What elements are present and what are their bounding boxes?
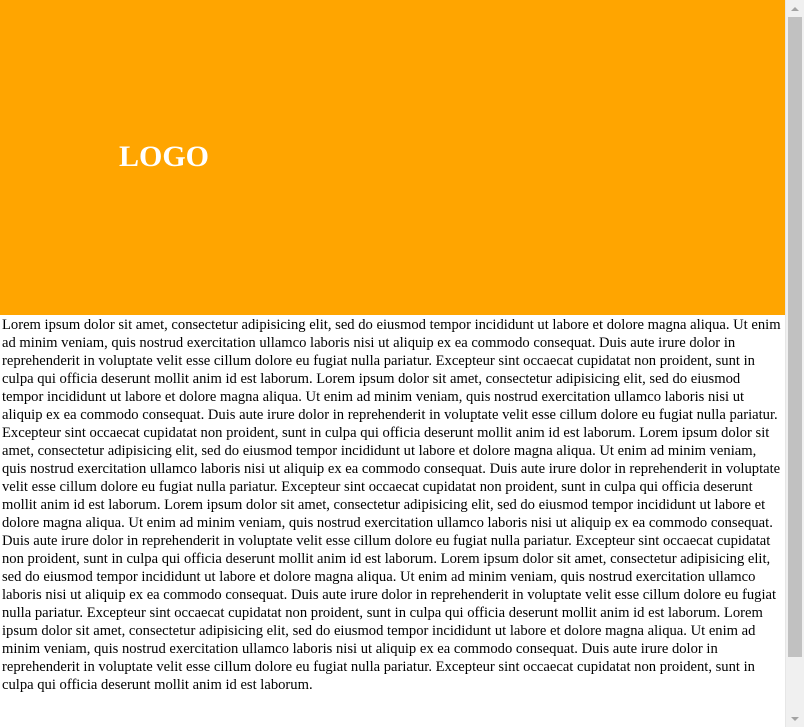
scroll-thumb[interactable] bbox=[788, 17, 802, 657]
page: LOGO Lorem ipsum dolor sit amet, consect… bbox=[0, 0, 785, 727]
browser-viewport: LOGO Lorem ipsum dolor sit amet, consect… bbox=[0, 0, 804, 727]
scroll-up-button[interactable] bbox=[786, 0, 804, 17]
vertical-scrollbar[interactable] bbox=[785, 0, 804, 727]
logo[interactable]: LOGO bbox=[119, 140, 209, 174]
scroll-down-button[interactable] bbox=[786, 710, 804, 727]
scroll-up-arrow-icon bbox=[791, 6, 799, 11]
scroll-down-arrow-icon bbox=[791, 716, 799, 721]
body-text: Lorem ipsum dolor sit amet, consectetur … bbox=[2, 317, 781, 693]
header-banner: LOGO bbox=[0, 0, 785, 315]
